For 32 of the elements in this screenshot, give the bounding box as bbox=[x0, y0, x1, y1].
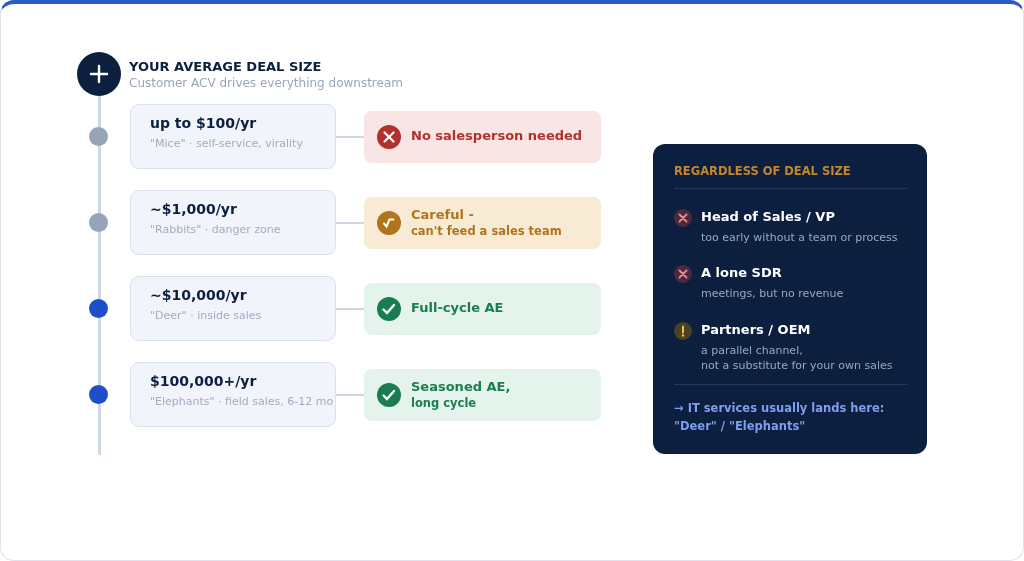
panel-title: REGARDLESS OF DEAL SIZE bbox=[674, 164, 907, 189]
tier-description: "Elephants" · field sales, 6-12 mo bbox=[150, 395, 335, 408]
verdict-note: long cycle bbox=[411, 395, 478, 410]
item-title: Head of Sales / VP bbox=[701, 209, 836, 224]
item-description: a parallel channel, not a substitute for your own sales bbox=[701, 342, 893, 374]
panel-footer-note: → IT services usually lands here: "Deer" / "Elephants" bbox=[674, 383, 907, 436]
verdict-note: can't feed a sales team bbox=[411, 223, 562, 238]
verdict-text: Careful - bbox=[411, 207, 475, 224]
check-circle-icon bbox=[377, 296, 401, 321]
check-circle-icon bbox=[377, 382, 401, 407]
section-title: YOUR AVERAGE DEAL SIZE bbox=[129, 58, 323, 74]
plus-icon bbox=[77, 52, 121, 96]
verdict-text: Full-cycle AE bbox=[411, 300, 504, 317]
tier-price: ~$10,000/yr bbox=[150, 287, 248, 303]
verdict-text: Seasoned AE, bbox=[411, 379, 511, 396]
item-title: Partners / OEM bbox=[701, 321, 812, 337]
tier-description: "Mice" · self-service, virality bbox=[150, 137, 304, 150]
section-subtitle: Customer ACV drives everything downstream bbox=[129, 75, 403, 90]
check-circle-icon bbox=[377, 210, 401, 235]
item-description: meetings, but no revenue bbox=[701, 286, 844, 302]
tier-price: ~$1,000/yr bbox=[150, 201, 238, 217]
tier-description: "Rabbits" · danger zone bbox=[150, 223, 282, 236]
verdict-text: No salesperson needed bbox=[411, 128, 583, 145]
x-icon bbox=[674, 265, 692, 284]
x-icon bbox=[674, 209, 692, 227]
tier-description: "Deer" · inside sales bbox=[150, 309, 263, 322]
exclamation-icon bbox=[674, 321, 692, 340]
item-description: too early without a team or process bbox=[701, 230, 898, 246]
item-title: A lone SDR bbox=[701, 265, 783, 281]
x-circle-icon bbox=[377, 124, 401, 149]
tier-price: up to $100/yr bbox=[150, 115, 258, 131]
tier-price: $100,000+/yr bbox=[150, 373, 258, 389]
